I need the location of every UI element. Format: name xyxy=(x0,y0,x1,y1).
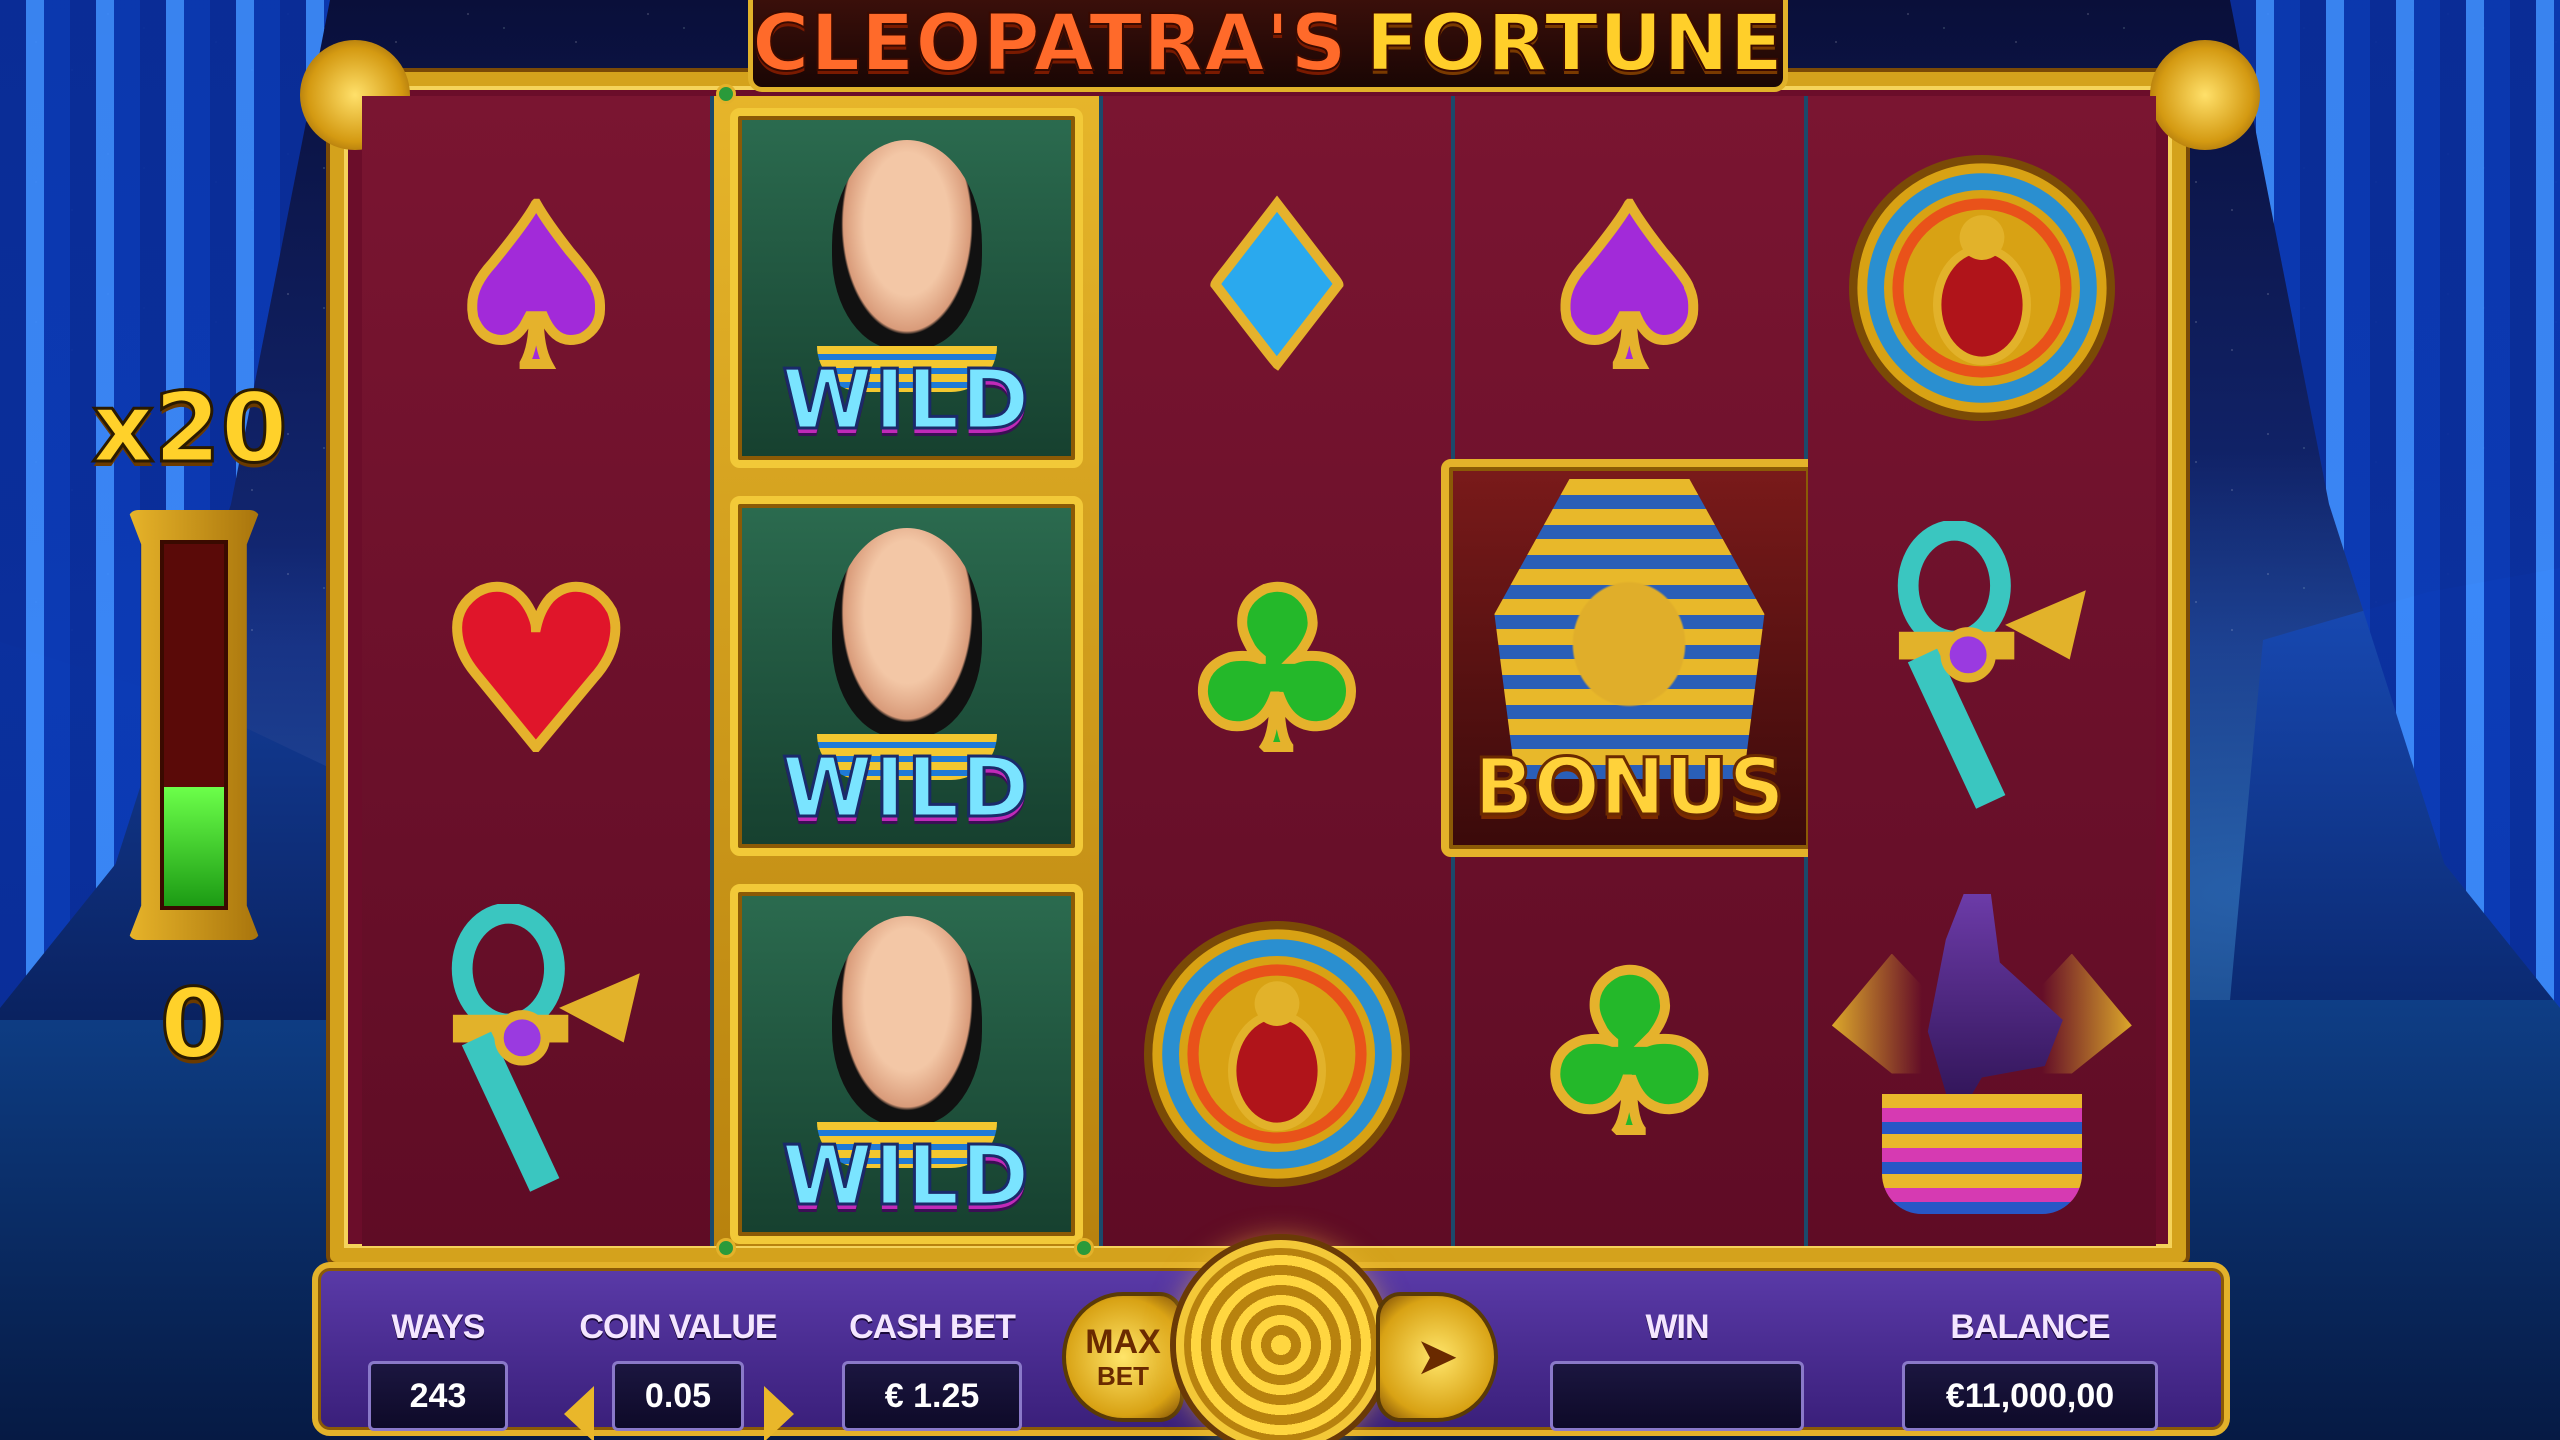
wild-symbol: WILD xyxy=(730,496,1083,856)
spade-icon: ♠ xyxy=(1526,159,1733,416)
balance-label: BALANCE xyxy=(1950,1308,2110,1346)
wild-label: WILD xyxy=(780,1128,1032,1226)
reel-cell: ♠ xyxy=(1455,96,1803,479)
ankh-icon xyxy=(1897,520,2086,809)
meter-track xyxy=(160,540,228,910)
reel-2: WILD WILD WILD xyxy=(714,96,1103,1246)
reel-cell xyxy=(1808,479,2156,862)
spade-symbol: ♠ xyxy=(431,159,641,416)
game-title: CLEOPATRA'S FORTUNE xyxy=(748,0,1788,92)
diamond-icon: ♦ xyxy=(1173,159,1380,416)
coin-value: 0.05 xyxy=(612,1361,744,1431)
max-bet-line2: BET xyxy=(1097,1361,1149,1391)
win-value xyxy=(1550,1361,1804,1431)
win-field: WIN xyxy=(1550,1308,1804,1431)
multiplier-meter xyxy=(128,510,260,940)
cleopatra-face-icon xyxy=(831,916,982,1126)
reel-5 xyxy=(1807,96,2157,1246)
ways-value: 243 xyxy=(368,1361,508,1431)
diamond-symbol: ♦ xyxy=(1172,159,1382,416)
multiplier-counter: 0 xyxy=(159,967,229,1082)
reel-cell: BONUS xyxy=(1441,459,1818,862)
frame-gem xyxy=(716,84,736,104)
balance-field: BALANCE €11,000,00 xyxy=(1902,1308,2158,1431)
autoplay-button[interactable]: ➤ xyxy=(1376,1292,1498,1422)
spin-button[interactable] xyxy=(1176,1240,1386,1440)
ankh-symbol xyxy=(416,903,656,1204)
scarab-icon xyxy=(1144,920,1411,1187)
cleopatra-face-icon xyxy=(831,140,982,350)
reel-1: ♠ ♥ xyxy=(362,96,715,1246)
reel-cell: ♠ xyxy=(362,96,710,479)
cleopatra-face-icon xyxy=(831,528,982,738)
title-part1: CLEOPATRA'S xyxy=(751,0,1348,90)
reel-cell: ♣ xyxy=(1103,479,1451,862)
club-icon: ♣ xyxy=(1526,925,1733,1182)
reel-cell: ♣ xyxy=(1455,862,1803,1245)
coin-value-increase-button[interactable] xyxy=(764,1386,794,1440)
club-symbol: ♣ xyxy=(1172,542,1382,799)
spade-symbol: ♠ xyxy=(1524,159,1734,416)
ankh-icon xyxy=(451,903,641,1192)
meter-fill xyxy=(164,786,224,906)
wild-label: WILD xyxy=(780,352,1032,450)
multiplier-label: x20 xyxy=(91,371,290,486)
cash-bet-value: € 1.25 xyxy=(842,1361,1022,1431)
reel-cell xyxy=(1103,862,1451,1245)
spade-icon: ♠ xyxy=(433,159,640,416)
frame-gem xyxy=(716,1238,736,1258)
anubis-symbol xyxy=(1831,884,2132,1224)
ankh-symbol xyxy=(1862,520,2102,821)
reel-cell: ♥ xyxy=(362,479,710,862)
max-bet-button[interactable]: MAX BET xyxy=(1062,1292,1184,1422)
bonus-label: BONUS xyxy=(1473,742,1787,835)
coin-value-decrease-button[interactable] xyxy=(564,1386,594,1440)
reels: ♠ ♥ WILD WILD WILD ♦ ♣ ♠ BONUS ♣ xyxy=(362,96,2157,1246)
scarab-symbol xyxy=(1842,148,2122,428)
golden-scarab-ornament-right xyxy=(2150,40,2260,150)
win-label: WIN xyxy=(1645,1308,1709,1346)
ways-field: WAYS 243 xyxy=(368,1308,508,1431)
max-bet-line1: MAX xyxy=(1085,1323,1161,1361)
scarab-symbol xyxy=(1137,914,1417,1194)
bonus-symbol: BONUS xyxy=(1441,459,1818,857)
reel-cell xyxy=(1808,96,2156,479)
ways-label: WAYS xyxy=(391,1308,485,1346)
reel-cell xyxy=(1808,862,2156,1245)
club-icon: ♣ xyxy=(1173,542,1380,799)
club-symbol: ♣ xyxy=(1524,925,1734,1182)
reel-4: ♠ BONUS ♣ xyxy=(1441,96,1818,1246)
balance-value: €11,000,00 xyxy=(1902,1361,2158,1431)
autoplay-arrow-icon: ➤ xyxy=(1415,1327,1459,1387)
reel-cell: ♦ xyxy=(1103,96,1451,479)
frame-gem xyxy=(1074,1238,1094,1258)
heart-symbol: ♥ xyxy=(431,542,641,799)
scarab-icon xyxy=(1848,154,2115,421)
title-part2: FORTUNE xyxy=(1365,0,1784,90)
coin-value-label: COIN VALUE xyxy=(579,1308,777,1346)
anubis-collar-icon xyxy=(1881,1093,2082,1214)
cash-bet-label: CASH BET xyxy=(849,1308,1016,1346)
coin-value-field: COIN VALUE 0.05 xyxy=(568,1308,788,1431)
cash-bet-field: CASH BET € 1.25 xyxy=(842,1308,1022,1431)
reel-3: ♦ ♣ xyxy=(1102,96,1456,1246)
pharaoh-mask-icon xyxy=(1494,479,1765,779)
wild-symbol: WILD xyxy=(730,884,1083,1244)
wild-label: WILD xyxy=(780,740,1032,838)
reel-cell xyxy=(362,862,710,1245)
heart-icon: ♥ xyxy=(433,542,640,799)
wild-symbol: WILD xyxy=(730,108,1083,468)
